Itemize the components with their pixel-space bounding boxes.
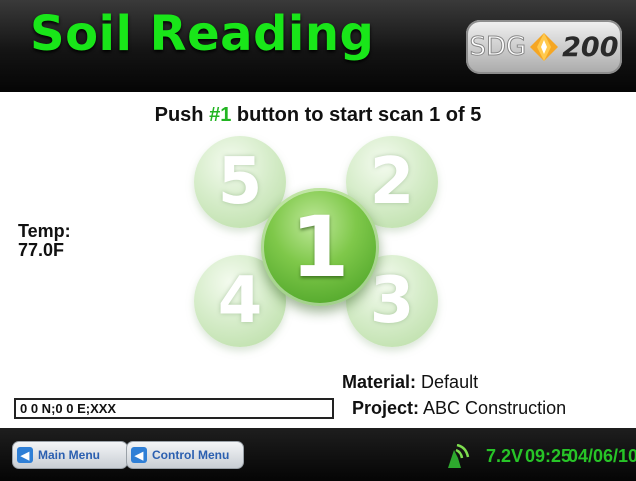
temp-label: Temp: [18,221,71,241]
material-value: Default [421,372,479,392]
wireless-signal-icon [448,444,470,468]
instruction-prefix: Push [154,104,210,126]
material-info: Material: Default [342,372,478,393]
control-menu-button[interactable]: ◀ Control Menu [126,441,244,469]
scan-instruction: Push #1 button to start scan 1 of 5 [0,104,636,127]
compass-diamond-icon [530,33,559,61]
date-display: 04/06/10 [568,446,636,466]
material-label: Material: [342,372,417,392]
menu-arrow-icon: ◀ [17,447,33,463]
app-title: Soil Reading [30,6,375,62]
menu-arrow-icon: ◀ [131,447,147,463]
logo-text: SDG [469,32,527,63]
sdg-200-logo: SDG 200 [466,20,622,74]
instruction-suffix: button to start scan 1 of 5 [231,104,482,126]
temp-value: 77.0F [18,240,65,260]
logo-number: 200 [562,31,619,63]
clock-time-display: 09:25 [525,446,572,466]
project-value: ABC Construction [423,398,567,418]
main-menu-button[interactable]: ◀ Main Menu [12,441,128,469]
battery-voltage: 7.2V [486,446,524,466]
instruction-button-number: #1 [209,104,232,126]
control-menu-label: Control Menu [152,448,230,462]
scan-button-1[interactable]: 1 [261,188,379,306]
project-info: Project: ABC Construction [352,398,566,419]
project-label: Project: [352,398,420,418]
header-bar: Soil Reading SDG 200 [0,0,636,92]
main-menu-label: Main Menu [38,448,100,462]
gps-coordinates-field: 0 0 N;0 0 E;XXX [14,398,334,419]
